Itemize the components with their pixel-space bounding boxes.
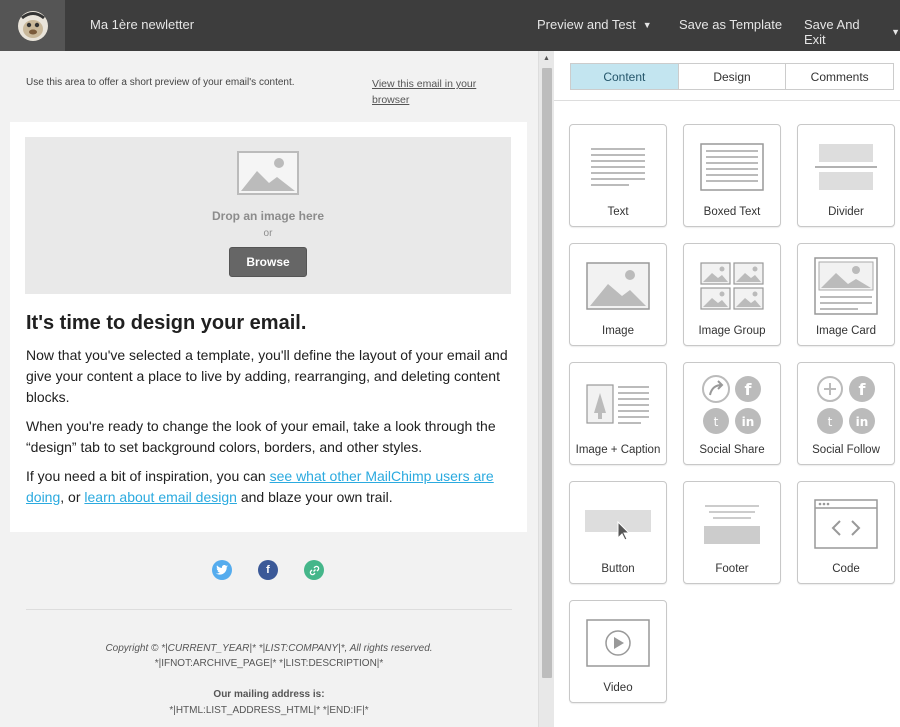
facebook-icon[interactable]: f <box>258 560 278 580</box>
block-divider-label: Divider <box>828 206 864 218</box>
top-bar: Ma 1ère newletter Preview and Test ▼ Sav… <box>0 0 900 51</box>
save-and-exit-menu[interactable]: Save And Exit ▼ <box>804 17 900 47</box>
panel-tabs: Content Design Comments <box>570 63 894 90</box>
image-placeholder-icon <box>237 151 299 200</box>
block-image-caption-label: Image + Caption <box>575 444 661 456</box>
paragraph-3-text-mid: , or <box>60 489 85 505</box>
email-preview-pane: Use this area to offer a short preview o… <box>0 51 538 727</box>
email-paragraph-2[interactable]: When you're ready to change the look of … <box>26 416 516 458</box>
social-follow-block-icon: f t in <box>798 375 894 435</box>
svg-text:f: f <box>745 380 753 399</box>
footer-address[interactable]: *|HTML:LIST_ADDRESS_HTML|* *|END:IF|* <box>0 703 538 718</box>
svg-text:in: in <box>742 415 755 429</box>
footer-divider <box>26 609 512 610</box>
drop-or-label: or <box>263 228 273 239</box>
link-icon[interactable] <box>304 560 324 580</box>
video-block-icon <box>570 613 666 673</box>
button-block-icon <box>570 494 666 554</box>
block-video-label: Video <box>603 682 633 694</box>
preview-and-test-menu[interactable]: Preview and Test ▼ <box>537 17 652 32</box>
block-button[interactable]: Button <box>569 481 667 584</box>
chevron-down-icon: ▼ <box>891 27 900 37</box>
block-footer[interactable]: Footer <box>683 481 781 584</box>
paragraph-3-text-start: If you need a bit of inspiration, you ca… <box>26 468 270 484</box>
email-paragraph-1[interactable]: Now that you've selected a template, you… <box>26 345 516 408</box>
block-social-follow[interactable]: f t in Social Follow <box>797 362 895 465</box>
scroll-up-icon[interactable]: ▲ <box>543 55 550 62</box>
mailchimp-logo-icon[interactable] <box>0 0 65 51</box>
email-paragraph-3[interactable]: If you need a bit of inspiration, you ca… <box>26 466 516 508</box>
block-image-group-label: Image Group <box>698 325 766 337</box>
footer-block-icon <box>684 494 780 554</box>
save-and-exit-label: Save And Exit <box>804 17 860 47</box>
scroll-thumb[interactable] <box>542 68 552 678</box>
browse-button[interactable]: Browse <box>229 247 307 277</box>
block-image[interactable]: Image <box>569 243 667 346</box>
code-block-icon <box>798 494 894 554</box>
email-body[interactable]: Drop an image here or Browse It's time t… <box>10 122 527 532</box>
block-text-label: Text <box>607 206 629 218</box>
image-group-block-icon <box>684 256 780 316</box>
block-code[interactable]: Code <box>797 481 895 584</box>
tabs-divider <box>554 100 900 101</box>
footer-mailing-label[interactable]: Our mailing address is: <box>0 687 538 702</box>
tab-comments[interactable]: Comments <box>786 64 894 89</box>
view-in-browser-link[interactable]: View this email in your browser <box>372 76 502 108</box>
block-image-label: Image <box>602 325 634 337</box>
footer-description[interactable]: *|IFNOT:ARCHIVE_PAGE|* *|LIST:DESCRIPTIO… <box>0 656 538 671</box>
preview-and-test-label: Preview and Test <box>537 17 636 32</box>
text-block-icon <box>570 137 666 197</box>
tab-content[interactable]: Content <box>571 64 679 89</box>
svg-text:in: in <box>856 415 869 429</box>
tab-design[interactable]: Design <box>678 64 787 89</box>
paragraph-3-text-end: and blaze your own trail. <box>236 489 393 505</box>
block-social-share-label: Social Share <box>699 444 765 456</box>
block-image-card-label: Image Card <box>815 325 877 337</box>
block-footer-label: Footer <box>715 563 749 575</box>
block-social-share[interactable]: f t in Social Share <box>683 362 781 465</box>
svg-text:t: t <box>828 415 833 429</box>
divider-block-icon <box>798 137 894 197</box>
block-divider[interactable]: Divider <box>797 124 895 227</box>
block-boxed-text[interactable]: Boxed Text <box>683 124 781 227</box>
chevron-down-icon: ▼ <box>642 19 652 30</box>
campaign-title: Ma 1ère newletter <box>90 17 195 32</box>
svg-text:t: t <box>714 415 719 429</box>
block-image-card[interactable]: Image Card <box>797 243 895 346</box>
image-caption-block-icon <box>570 375 666 435</box>
save-as-template-label: Save as Template <box>679 17 783 32</box>
block-text[interactable]: Text <box>569 124 667 227</box>
email-heading[interactable]: It's time to design your email. <box>26 312 306 335</box>
boxed-text-block-icon <box>684 137 780 197</box>
preview-scrollbar[interactable]: ▲ <box>538 51 554 727</box>
image-card-block-icon <box>798 256 894 316</box>
svg-text:f: f <box>859 380 867 399</box>
drop-image-label: Drop an image here <box>211 209 325 223</box>
image-drop-zone[interactable]: Drop an image here or Browse <box>25 137 511 294</box>
preheader-text[interactable]: Use this area to offer a short preview o… <box>26 77 295 88</box>
block-image-caption[interactable]: Image + Caption <box>569 362 667 465</box>
footer-copyright[interactable]: Copyright © *|CURRENT_YEAR|* *|LIST:COMP… <box>0 641 538 656</box>
block-code-label: Code <box>832 563 860 575</box>
image-block-icon <box>570 256 666 316</box>
block-social-follow-label: Social Follow <box>812 444 880 456</box>
twitter-icon[interactable] <box>212 560 232 580</box>
social-share-block-icon: f t in <box>684 375 780 435</box>
block-button-label: Button <box>601 563 635 575</box>
block-boxed-text-label: Boxed Text <box>703 206 761 218</box>
block-video[interactable]: Video <box>569 600 667 703</box>
learn-email-design-link[interactable]: learn about email design <box>84 489 237 505</box>
content-blocks-panel: Content Design Comments Text Boxed Text <box>554 51 900 727</box>
block-image-group[interactable]: Image Group <box>683 243 781 346</box>
save-as-template-button[interactable]: Save as Template <box>679 17 782 32</box>
